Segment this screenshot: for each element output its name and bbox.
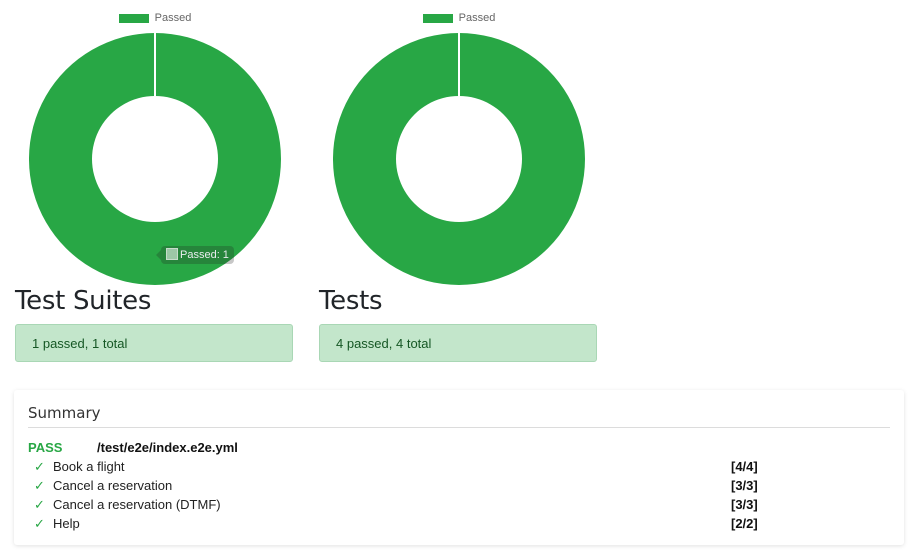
test-name: Cancel a reservation (DTMF) xyxy=(53,497,221,512)
summary-divider xyxy=(28,427,890,428)
test-step-count: [4/4] xyxy=(731,459,758,474)
checkmark-icon: ✓ xyxy=(34,497,45,512)
tests-status-text: 4 passed, 4 total xyxy=(336,336,432,351)
test-step-count: [3/3] xyxy=(731,497,758,512)
test-row: ✓ Cancel a reservation [3/3] xyxy=(34,476,774,495)
checkmark-icon: ✓ xyxy=(34,516,45,531)
test-row: ✓ Help [2/2] xyxy=(34,514,774,533)
suite-file-path: /test/e2e/index.e2e.yml xyxy=(97,440,238,455)
test-suites-status-box: 1 passed, 1 total xyxy=(15,324,293,362)
test-suites-status-text: 1 passed, 1 total xyxy=(32,336,128,351)
test-step-count: [2/2] xyxy=(731,516,758,531)
tooltip-text: Passed: 1 xyxy=(180,249,229,261)
chart-legend[interactable]: Passed xyxy=(319,12,599,24)
legend-swatch-passed xyxy=(118,13,149,23)
chart-legend[interactable]: Passed xyxy=(15,12,295,24)
checkmark-icon: ✓ xyxy=(34,459,45,474)
summary-card: Summary PASS /test/e2e/index.e2e.yml ✓ Bo… xyxy=(14,390,904,545)
checkmark-icon: ✓ xyxy=(34,478,45,493)
suite-status-badge: PASS xyxy=(28,440,63,455)
test-step-count: [3/3] xyxy=(731,478,758,493)
test-name: Help xyxy=(53,516,80,531)
test-row: ✓ Book a flight [4/4] xyxy=(34,457,774,476)
tests-status-box: 4 passed, 4 total xyxy=(319,324,597,362)
legend-swatch-passed xyxy=(422,13,453,23)
test-row: ✓ Cancel a reservation (DTMF) [3/3] xyxy=(34,495,774,514)
tests-title: Tests xyxy=(319,286,383,316)
test-name: Cancel a reservation xyxy=(53,478,173,493)
legend-label-passed: Passed xyxy=(154,12,192,24)
summary-title: Summary xyxy=(28,404,101,422)
tooltip-swatch xyxy=(166,248,178,260)
tests-donut-chart[interactable] xyxy=(333,33,585,285)
chart-tooltip: Passed: 1 xyxy=(156,246,234,264)
test-name: Book a flight xyxy=(53,459,125,474)
suite-result-row: PASS /test/e2e/index.e2e.yml xyxy=(28,440,238,455)
test-report-page: Passed Passed: 1 Test Suites 1 passed, 1… xyxy=(0,0,914,553)
test-suites-donut-chart[interactable] xyxy=(29,33,281,285)
legend-label-passed: Passed xyxy=(458,12,496,24)
test-suites-title: Test Suites xyxy=(15,286,152,316)
